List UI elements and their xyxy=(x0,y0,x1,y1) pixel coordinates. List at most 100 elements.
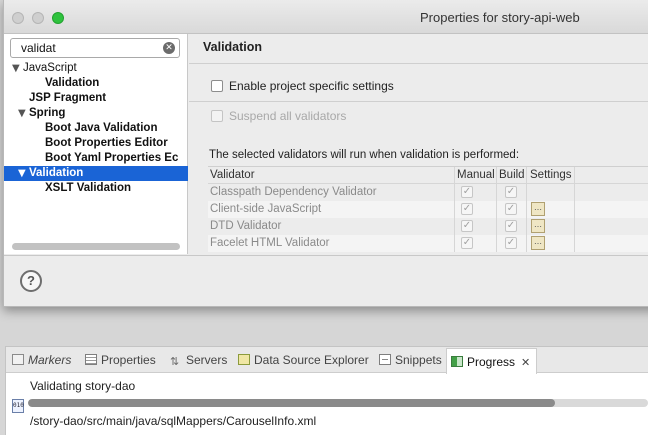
build-checkbox[interactable]: ✓ xyxy=(505,237,517,249)
progress-fill xyxy=(28,399,555,407)
validators-info-text: The selected validators will run when va… xyxy=(209,149,520,161)
dialog-titlebar: Properties for story-api-web xyxy=(4,0,648,34)
maximize-window-button[interactable] xyxy=(52,12,64,24)
tab-label: Markers xyxy=(28,353,72,367)
manual-checkbox[interactable]: ✓ xyxy=(461,186,473,198)
tree-item-label: Validation xyxy=(45,77,100,89)
tab-markers[interactable]: Markers xyxy=(12,351,71,371)
tab-snippets[interactable]: Snippets xyxy=(379,351,442,371)
checkbox-label: Suspend all validators xyxy=(229,109,347,123)
tree-item-javascript[interactable]: ▼ JavaScript xyxy=(4,61,188,76)
manual-cell: ✓ xyxy=(454,184,496,201)
minimize-window-button[interactable] xyxy=(32,12,44,24)
clear-filter-icon[interactable]: ✕ xyxy=(163,42,175,54)
column-header-manual[interactable]: Manual xyxy=(454,167,496,184)
tree-item-boot-properties-editor[interactable]: Boot Properties Editor xyxy=(4,136,188,151)
tab-label: Servers xyxy=(186,353,228,367)
validator-name: Facelet HTML Validator xyxy=(210,237,330,249)
table-row[interactable]: Classpath Dependency Validator ✓ ✓ xyxy=(208,184,648,201)
suspend-all-validators-checkbox[interactable]: Suspend all validators xyxy=(211,109,346,125)
view-tab-bar: Markers Properties ⇅ Servers Data Source … xyxy=(6,347,648,376)
tree-item-label: Boot Yaml Properties Ec xyxy=(45,152,179,164)
dialog-title: Properties for story-api-web xyxy=(420,10,580,25)
page-title: Validation xyxy=(203,40,263,54)
filter-field[interactable]: ✕ xyxy=(10,38,180,58)
table-row[interactable]: DTD Validator ✓ ✓ … xyxy=(208,218,648,235)
settings-cell: … xyxy=(526,235,574,252)
build-cell: ✓ xyxy=(496,218,526,235)
tree-item-javascript-validation[interactable]: Validation xyxy=(4,76,188,91)
expand-arrow-icon[interactable]: ▼ xyxy=(12,61,23,76)
tree-item-validation[interactable]: ▼ Validation xyxy=(4,166,188,181)
table-row[interactable]: Client-side JavaScript ✓ ✓ … xyxy=(208,201,648,218)
tab-data-source-explorer[interactable]: Data Source Explorer xyxy=(238,351,369,371)
tab-label: Properties xyxy=(101,353,156,367)
checkbox-box[interactable] xyxy=(211,80,223,92)
validators-table: Validator Manual Build Settings Classpat… xyxy=(208,166,648,252)
servers-icon: ⇅ xyxy=(170,355,180,368)
help-icon[interactable]: ? xyxy=(20,270,42,292)
column-header-build[interactable]: Build xyxy=(496,167,526,184)
tab-properties[interactable]: Properties xyxy=(85,351,156,371)
manual-cell: ✓ xyxy=(454,235,496,252)
filter-input[interactable] xyxy=(21,41,151,55)
settings-cell xyxy=(526,184,574,201)
tree-item-spring[interactable]: ▼ Spring xyxy=(4,106,188,121)
close-tab-icon[interactable]: ✕ xyxy=(521,350,530,376)
binary-file-icon: 010 xyxy=(12,399,24,413)
tree-horizontal-scrollbar[interactable] xyxy=(12,243,180,250)
checkbox-box[interactable] xyxy=(211,110,223,122)
tree-item-boot-yaml-properties-editor[interactable]: Boot Yaml Properties Ec xyxy=(4,151,188,166)
preference-tree-panel: ✕ ▼JavaScript Validation JSP Fragment ▼S… xyxy=(4,34,188,254)
tree-item-label: Validation xyxy=(29,167,84,179)
build-checkbox[interactable]: ✓ xyxy=(505,203,517,215)
manual-checkbox[interactable]: ✓ xyxy=(461,237,473,249)
expand-arrow-icon[interactable]: ▼ xyxy=(18,106,29,121)
tab-label: Data Source Explorer xyxy=(254,353,369,367)
validator-settings-button[interactable]: … xyxy=(531,236,545,250)
progress-bar xyxy=(28,399,648,407)
tree-item-jsp-fragment[interactable]: JSP Fragment xyxy=(4,91,188,106)
progress-icon xyxy=(451,356,463,367)
tree-item-boot-java-validation[interactable]: Boot Java Validation xyxy=(4,121,188,136)
row-filler xyxy=(574,201,648,218)
tree-item-label: Boot Properties Editor xyxy=(45,137,168,149)
row-filler xyxy=(574,218,648,235)
manual-cell: ✓ xyxy=(454,218,496,235)
table-row[interactable]: Facelet HTML Validator ✓ ✓ … xyxy=(208,235,648,252)
tab-servers[interactable]: ⇅ Servers xyxy=(170,351,227,371)
build-checkbox[interactable]: ✓ xyxy=(505,186,517,198)
enable-project-settings-checkbox[interactable]: Enable project specific settings xyxy=(211,79,394,95)
tree-item-xslt-validation[interactable]: XSLT Validation xyxy=(4,181,188,196)
markers-icon xyxy=(12,354,24,365)
validator-settings-button[interactable]: … xyxy=(531,219,545,233)
validator-name: DTD Validator xyxy=(210,220,282,232)
properties-icon xyxy=(85,354,97,365)
build-checkbox[interactable]: ✓ xyxy=(505,220,517,232)
tab-progress[interactable]: Progress ✕ xyxy=(446,348,538,376)
table-header: Validator Manual Build Settings xyxy=(208,167,648,184)
validator-name: Classpath Dependency Validator xyxy=(210,186,377,198)
manual-checkbox[interactable]: ✓ xyxy=(461,203,473,215)
data-source-explorer-icon xyxy=(238,354,250,365)
validator-settings-button[interactable]: … xyxy=(531,202,545,216)
title-divider xyxy=(189,63,648,64)
tab-label: Progress xyxy=(467,355,516,369)
settings-cell: … xyxy=(526,201,574,218)
manual-checkbox[interactable]: ✓ xyxy=(461,220,473,232)
settings-cell: … xyxy=(526,218,574,235)
checkbox-label: Enable project specific settings xyxy=(229,79,394,93)
tree-item-label: XSLT Validation xyxy=(45,182,132,194)
column-header-filler xyxy=(574,167,648,184)
column-header-settings[interactable]: Settings xyxy=(526,167,574,184)
tree-item-label: JavaScript xyxy=(23,62,77,74)
build-cell: ✓ xyxy=(496,201,526,218)
tab-label: Snippets xyxy=(395,353,442,367)
job-detail: /story-dao/src/main/java/sqlMappers/Caro… xyxy=(30,414,317,428)
close-window-button[interactable] xyxy=(12,12,24,24)
column-header-validator[interactable]: Validator xyxy=(210,167,450,184)
validator-name: Client-side JavaScript xyxy=(210,203,322,215)
expand-arrow-icon[interactable]: ▼ xyxy=(18,166,29,181)
dialog-button-bar: ? xyxy=(4,255,648,306)
job-title: Validating story-dao xyxy=(30,379,136,393)
